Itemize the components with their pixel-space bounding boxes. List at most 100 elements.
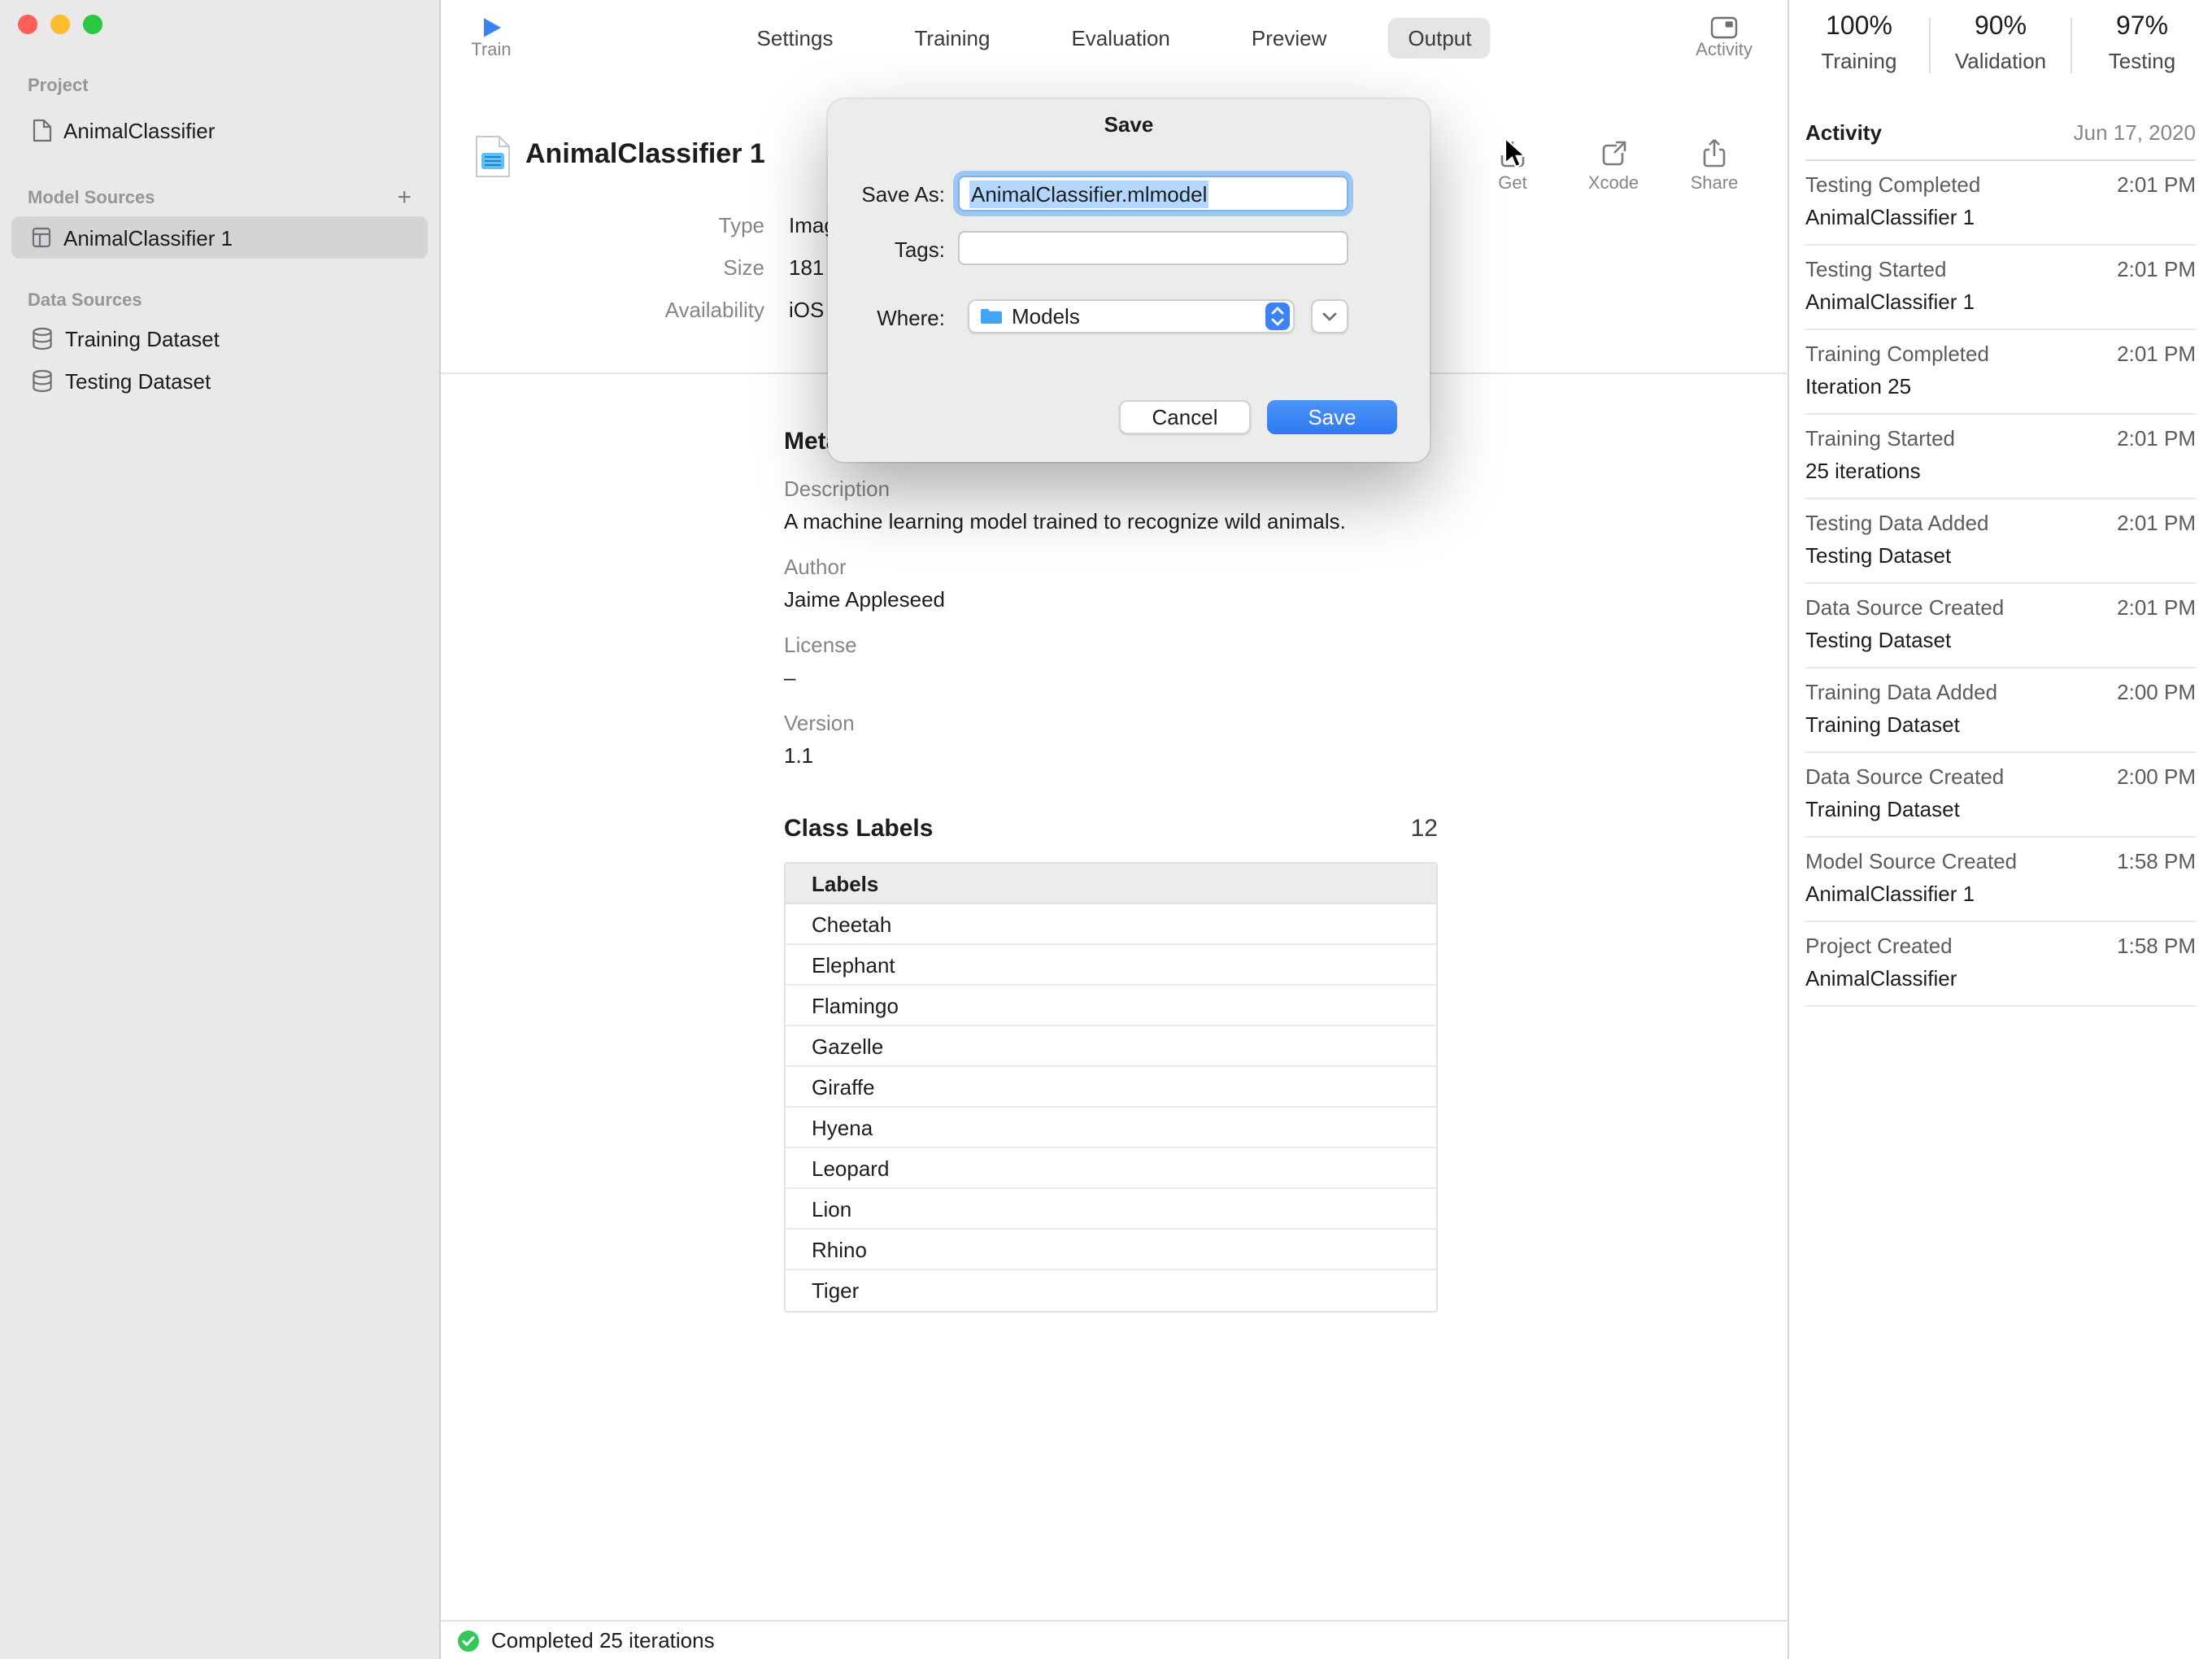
class-labels-count: 12 [1411,815,1438,843]
author-label: Author [784,555,1787,579]
event-subtitle: Training Dataset [1805,712,2196,737]
event-title: Training Started [1805,426,1955,451]
table-row[interactable]: Lion [786,1189,1436,1230]
table-row[interactable]: Rhino [786,1230,1436,1270]
share-button[interactable]: Share [1677,137,1752,194]
tags-label: Tags: [828,237,945,262]
activity-event[interactable]: Testing Completed2:01 PM AnimalClassifie… [1805,161,2196,246]
sidebar-item-animalclassifier-1[interactable]: AnimalClassifier 1 [11,216,428,259]
status-text: Completed 25 iterations [491,1628,715,1652]
event-title: Training Data Added [1805,680,1997,704]
event-time: 1:58 PM [2117,849,2196,873]
table-row[interactable]: Tiger [786,1270,1436,1311]
activity-event[interactable]: Testing Data Added2:01 PM Testing Datase… [1805,499,2196,584]
event-title: Testing Started [1805,257,1946,281]
sidebar-section-data-sources: Data Sources [11,290,428,312]
activity-event[interactable]: Training Completed2:01 PM Iteration 25 [1805,330,2196,415]
zoom-button[interactable] [83,15,102,34]
metric-label: Training [1789,49,1929,73]
sidebar: Project AnimalClassifier Model Sources +… [0,0,441,1659]
sidebar-item-label: AnimalClassifier 1 [63,225,233,250]
tab-settings[interactable]: Settings [738,18,853,59]
output-content: Metadata Description A machine learning … [441,428,1787,1313]
save-dialog: Save Save As: AnimalClassifier.mlmodel T… [828,99,1430,462]
section-title: Data Sources [28,291,142,311]
chevron-down-icon [1322,311,1337,321]
table-row[interactable]: Giraffe [786,1067,1436,1108]
status-bar: Completed 25 iterations [441,1620,1787,1659]
metric-testing: 97% Testing [2072,13,2212,73]
model-info-fields: Type Imag Size 181 K Availability iOS 1 [441,205,844,332]
event-time: 2:00 PM [2117,680,2196,704]
activity-event[interactable]: Testing Started2:01 PM AnimalClassifier … [1805,246,2196,330]
event-subtitle: Training Dataset [1805,797,2196,821]
class-labels-header-row: Class Labels 12 [784,815,1438,843]
sidebar-item-training-dataset[interactable]: Training Dataset [11,317,428,359]
tab-output[interactable]: Output [1388,18,1491,59]
sidebar-section-model-sources: Model Sources + [11,187,428,210]
table-row[interactable]: Hyena [786,1108,1436,1148]
tags-input[interactable] [958,231,1348,265]
table-row[interactable]: Leopard [786,1148,1436,1189]
table-row[interactable]: Elephant [786,945,1436,986]
table-row[interactable]: Cheetah [786,904,1436,945]
metrics-row: 100% Training 90% Validation 97% Testing [1789,0,2212,91]
table-row[interactable]: Flamingo [786,986,1436,1026]
sidebar-item-animalclassifier[interactable]: AnimalClassifier [11,109,428,151]
description-value: A machine learning model trained to reco… [784,509,1787,533]
activity-date: Jun 17, 2020 [2074,120,2196,145]
play-icon [455,13,527,41]
event-title: Training Completed [1805,342,1989,366]
popup-stepper-icon [1265,303,1290,330]
activity-event[interactable]: Training Data Added 2:00 PM Training Data… [1805,668,2196,753]
where-value: Models [1012,304,1256,329]
where-popup-button[interactable]: Models [968,299,1295,333]
tab-evaluation[interactable]: Evaluation [1052,18,1189,59]
train-button[interactable]: Train [455,13,527,60]
save-as-input[interactable]: AnimalClassifier.mlmodel [958,176,1348,211]
activity-event[interactable]: Model Source Created1:58 PM AnimalClassi… [1805,838,2196,922]
save-as-label: Save As: [828,182,945,207]
table-row[interactable]: Gazelle [786,1026,1436,1067]
open-in-xcode-icon [1576,137,1651,169]
close-button[interactable] [18,15,37,34]
expand-save-panel-button[interactable] [1311,299,1348,333]
minimize-button[interactable] [50,15,70,34]
event-time: 2:01 PM [2117,595,2196,620]
activity-event[interactable]: Training Started2:01 PM 25 iterations [1805,415,2196,499]
activity-event[interactable]: Data Source Created2:01 PM Testing Datas… [1805,584,2196,668]
event-subtitle: AnimalClassifier 1 [1805,205,2196,229]
share-icon [1677,137,1752,169]
xcode-button[interactable]: Xcode [1576,137,1651,194]
tab-bar: Settings Training Evaluation Preview Out… [738,18,1491,59]
cancel-button[interactable]: Cancel [1119,400,1251,434]
create-ml-window: Project AnimalClassifier Model Sources +… [0,0,2212,1659]
add-model-source-button[interactable]: + [397,189,411,208]
activity-event[interactable]: Project Created1:58 PM AnimalClassifier [1805,922,2196,1007]
dialog-title: Save [828,99,1430,137]
event-title: Project Created [1805,934,1953,958]
tab-training[interactable]: Training [895,18,1010,59]
activity-panel: 100% Training 90% Validation 97% Testing… [1787,0,2212,1659]
sidebar-item-testing-dataset[interactable]: Testing Dataset [11,359,428,402]
event-subtitle: Iteration 25 [1805,374,2196,398]
activity-toggle-button[interactable]: Activity [1688,13,1760,60]
event-subtitle: Testing Dataset [1805,628,2196,652]
event-subtitle: Testing Dataset [1805,543,2196,568]
author-value: Jaime Appleseed [784,587,1787,612]
event-title: Model Source Created [1805,849,2017,873]
mouse-cursor [1503,137,1529,181]
tab-preview[interactable]: Preview [1232,18,1347,59]
where-label: Where: [828,306,945,330]
event-time: 1:58 PM [2117,934,2196,958]
activity-label: Activity [1688,41,1760,60]
metric-validation: 90% Validation [1931,13,2070,73]
activity-event[interactable]: Data Source Created2:00 PM Training Data… [1805,753,2196,838]
version-label: Version [784,711,1787,735]
event-time: 2:00 PM [2117,764,2196,789]
save-button[interactable]: Save [1267,400,1397,434]
share-label: Share [1677,174,1752,194]
version-value: 1.1 [784,743,1787,768]
section-title: Model Sources [28,189,155,208]
success-check-icon [457,1629,480,1652]
